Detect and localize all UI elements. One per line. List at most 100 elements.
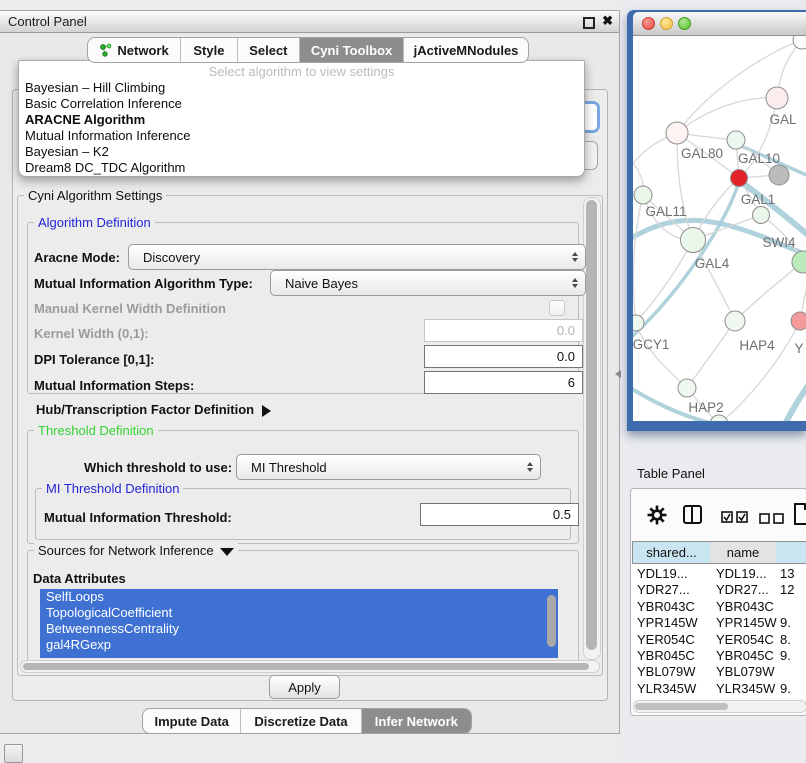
- dpi-tolerance-field[interactable]: 0.0: [424, 345, 583, 368]
- sources-title[interactable]: Sources for Network Inference: [34, 543, 238, 558]
- tab-impute-data[interactable]: Impute Data: [143, 709, 240, 733]
- list-scrollbar-thumb[interactable]: [547, 595, 556, 647]
- node-gal80[interactable]: [666, 122, 688, 144]
- tab-jactivemnodules[interactable]: jActiveMNodules: [403, 38, 528, 62]
- column-header-shared-name[interactable]: shared...: [632, 541, 711, 564]
- table-horizontal-scrollbar[interactable]: [633, 700, 806, 713]
- collapsed-arrow-icon: [262, 405, 271, 417]
- manual-kernel-width-checkbox[interactable]: [549, 300, 565, 316]
- column-header-name[interactable]: name: [710, 541, 777, 564]
- dropdown-item[interactable]: Basic Correlation Inference: [25, 96, 182, 112]
- table-row[interactable]: YBL079WYBL079W: [632, 664, 806, 680]
- hub-definition-toggle[interactable]: Hub/Transcription Factor Definition: [36, 402, 271, 417]
- node[interactable]: [793, 36, 806, 49]
- mi-algorithm-type-combobox[interactable]: Naive Bayes: [270, 270, 586, 296]
- node-gal2[interactable]: [766, 87, 788, 109]
- mi-threshold-label: Mutual Information Threshold:: [44, 510, 232, 525]
- tab-select[interactable]: Select: [237, 38, 299, 62]
- mi-steps-label: Mutual Information Steps:: [34, 378, 194, 393]
- dropdown-item[interactable]: Mutual Information Inference: [25, 128, 190, 144]
- scrollbar-thumb[interactable]: [635, 703, 728, 710]
- mi-threshold-group-title: MI Threshold Definition: [42, 481, 183, 496]
- network-canvas[interactable]: GAL GAL80 GAL10 GAL1 GAL11 SWI4 GAL4 GCY…: [633, 36, 806, 421]
- node-label: GAL11: [645, 204, 686, 219]
- table-row[interactable]: YPR145WYPR145W9.: [632, 615, 806, 631]
- table-row[interactable]: YLR345WYLR345W9.: [632, 681, 806, 697]
- node-gal10[interactable]: [727, 131, 745, 149]
- node-gal11[interactable]: [634, 186, 652, 204]
- zoom-traffic-light-icon[interactable]: [678, 17, 691, 30]
- expanded-arrow-icon: [220, 548, 234, 556]
- aracne-mode-combobox[interactable]: Discovery: [128, 244, 586, 270]
- screen: { "control_panel": { "title": "Control P…: [0, 0, 806, 762]
- tab-cyni-toolbox[interactable]: Cyni Toolbox: [299, 38, 403, 62]
- unchecked-checkboxes-icon[interactable]: [759, 511, 784, 529]
- data-attributes-label: Data Attributes: [33, 571, 126, 586]
- table-row[interactable]: YBR045CYBR045C9.: [632, 648, 806, 664]
- node-label: GAL: [769, 112, 797, 127]
- dropdown-item-selected[interactable]: ARACNE Algorithm: [25, 112, 145, 128]
- which-threshold-combobox[interactable]: MI Threshold: [236, 454, 541, 480]
- table-row[interactable]: YIL052CYIL052C9.: [632, 697, 806, 698]
- node-gray[interactable]: [769, 165, 789, 185]
- table-row[interactable]: YER054CYER054C8.: [632, 632, 806, 648]
- network-graph: GAL GAL80 GAL10 GAL1 GAL11 SWI4 GAL4 GCY…: [633, 36, 806, 421]
- scrollbar-thumb[interactable]: [586, 200, 597, 650]
- algorithm-dropdown-popup: Select algorithm to view settings Bayesi…: [18, 60, 585, 177]
- node-label: Y: [794, 341, 803, 356]
- bottom-tabbar: Impute Data Discretize Data Infer Networ…: [142, 708, 472, 734]
- node-hap4[interactable]: [725, 311, 745, 331]
- table-row[interactable]: YDL19...YDL19...13: [632, 566, 806, 582]
- minimized-panel-icon[interactable]: [4, 744, 23, 763]
- threshold-definition-title: Threshold Definition: [34, 423, 158, 438]
- which-threshold-label: Which threshold to use:: [84, 460, 232, 475]
- splitpane-handle-icon[interactable]: [615, 370, 621, 378]
- list-item[interactable]: TopologicalCoefficient: [40, 605, 558, 621]
- minimize-traffic-light-icon[interactable]: [660, 17, 673, 30]
- table-row[interactable]: YDR27...YDR27...12: [632, 582, 806, 598]
- tab-infer-network[interactable]: Infer Network: [361, 709, 471, 733]
- tab-network[interactable]: Network: [88, 38, 180, 62]
- settings-horizontal-scrollbar[interactable]: [20, 660, 600, 673]
- node-gal1[interactable]: [731, 170, 748, 187]
- network-window-titlebar: [633, 12, 806, 36]
- split-columns-icon[interactable]: [683, 505, 702, 524]
- node-label: GAL80: [681, 146, 723, 161]
- dropdown-item[interactable]: Bayesian – K2: [25, 144, 109, 160]
- node[interactable]: [710, 415, 728, 421]
- data-attributes-list[interactable]: SelfLoops TopologicalCoefficient Between…: [40, 589, 558, 658]
- table-panel-title: Table Panel: [637, 466, 705, 481]
- column-header-cut[interactable]: [776, 541, 806, 564]
- close-icon[interactable]: ✖: [602, 13, 613, 29]
- checked-checkboxes-icon[interactable]: [721, 510, 748, 528]
- tab-discretize-data[interactable]: Discretize Data: [240, 709, 360, 733]
- apply-button[interactable]: Apply: [269, 675, 340, 699]
- dropdown-item[interactable]: Dream8 DC_TDC Algorithm: [25, 160, 185, 176]
- kernel-width-field[interactable]: 0.0: [424, 319, 583, 342]
- node-gcy1[interactable]: [633, 315, 644, 331]
- list-item[interactable]: SelfLoops: [40, 589, 558, 605]
- dropdown-prompt: Select algorithm to view settings: [19, 64, 584, 79]
- node-label: SWI4: [762, 235, 795, 250]
- mi-steps-field[interactable]: 6: [424, 371, 583, 394]
- list-item[interactable]: gal4RGexp: [40, 637, 558, 653]
- kernel-width-label: Kernel Width (0,1):: [34, 326, 149, 341]
- table-panel: shared... name YDL19...YDL19...13 YDR27.…: [630, 488, 806, 716]
- node[interactable]: [753, 207, 770, 224]
- node-label: GCY1: [633, 337, 669, 352]
- node-gal4[interactable]: [681, 228, 706, 253]
- close-traffic-light-icon[interactable]: [642, 17, 655, 30]
- tab-style[interactable]: Style: [180, 38, 236, 62]
- table-row[interactable]: YBR043CYBR043C: [632, 599, 806, 615]
- scrollbar-thumb[interactable]: [23, 663, 589, 670]
- dropdown-item[interactable]: Bayesian – Hill Climbing: [25, 80, 165, 96]
- float-window-icon[interactable]: [583, 17, 595, 29]
- node-salmon[interactable]: [791, 312, 806, 330]
- new-table-icon[interactable]: [794, 503, 806, 530]
- mi-algorithm-type-label: Mutual Information Algorithm Type:: [34, 276, 253, 291]
- gear-icon[interactable]: [647, 505, 667, 530]
- mi-threshold-field[interactable]: 0.5: [420, 503, 579, 526]
- node-labels: GAL GAL80 GAL10 GAL1 GAL11 SWI4 GAL4 GCY…: [633, 112, 804, 415]
- node-hap2[interactable]: [678, 379, 696, 397]
- list-item[interactable]: BetweennessCentrality: [40, 621, 558, 637]
